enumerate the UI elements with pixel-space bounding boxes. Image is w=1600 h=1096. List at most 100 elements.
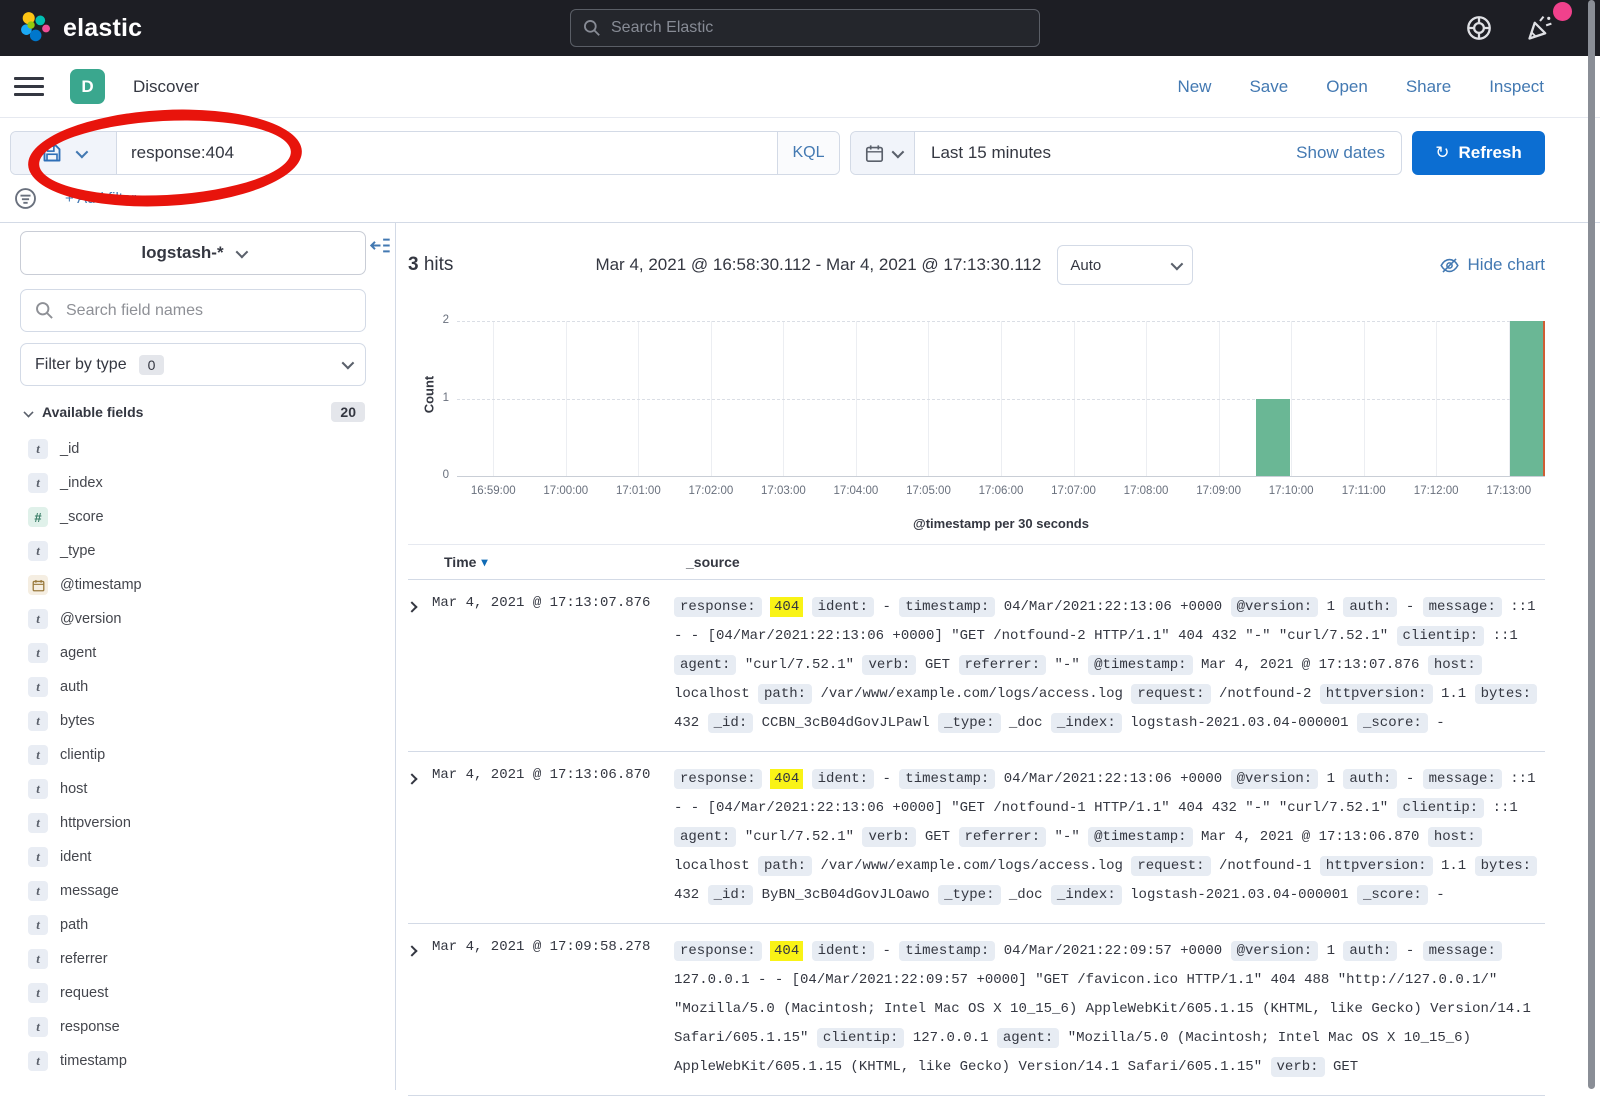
source-value: -	[1406, 599, 1414, 615]
field-item-auth[interactable]: tauth	[0, 670, 395, 704]
field-item-score[interactable]: #_score	[0, 500, 395, 534]
save-button[interactable]: Save	[1249, 77, 1288, 97]
source-field-badge: verb:	[862, 827, 916, 847]
field-item-timestamp[interactable]: @timestamp	[0, 568, 395, 602]
field-name: request	[60, 985, 108, 1001]
source-field-badge: timestamp:	[899, 769, 995, 789]
help-icon[interactable]	[1466, 15, 1492, 41]
highlighted-value: 404	[770, 597, 803, 617]
source-field-badge: auth:	[1343, 597, 1397, 617]
interval-select[interactable]: Auto	[1057, 245, 1193, 285]
source-field-badge: path:	[758, 684, 812, 704]
query-input[interactable]: response:404 KQL	[10, 131, 840, 175]
source-field-badge: request:	[1131, 684, 1210, 704]
field-name: timestamp	[60, 1053, 127, 1069]
field-item-type[interactable]: t_type	[0, 534, 395, 568]
news-party-popper-icon[interactable]	[1526, 14, 1554, 42]
y-tick-label: 2	[427, 314, 449, 326]
field-search-input[interactable]: Search field names	[20, 289, 366, 332]
field-item-referrer[interactable]: treferrer	[0, 942, 395, 976]
inspect-button[interactable]: Inspect	[1489, 77, 1544, 97]
vertical-scrollbar[interactable]	[1588, 0, 1595, 1089]
content-layout: logstash-* Search field names Filter by …	[0, 223, 1600, 1090]
field-item-index[interactable]: t_index	[0, 466, 395, 500]
elastic-home-link[interactable]: elastic	[16, 10, 142, 47]
source-field-badge: verb:	[862, 655, 916, 675]
chart-gridline	[457, 399, 1545, 400]
field-item-id[interactable]: t_id	[0, 432, 395, 466]
field-item-agent[interactable]: tagent	[0, 636, 395, 670]
quick-select-time-button[interactable]	[851, 132, 915, 174]
source-value: 432	[674, 887, 699, 903]
histogram-bar[interactable]	[1256, 399, 1290, 477]
add-filter-button[interactable]: + Add filter	[65, 190, 136, 207]
time-range-display[interactable]: Last 15 minutes	[915, 143, 1280, 163]
field-name: @timestamp	[60, 577, 142, 593]
field-item-timestamp[interactable]: ttimestamp	[0, 1044, 395, 1078]
source-value: 127.0.0.1	[913, 1030, 989, 1046]
time-column-header[interactable]: Time ▾	[444, 554, 686, 570]
query-bar: response:404 KQL Last 15 minutes Show da…	[0, 118, 1600, 185]
filter-menu-icon[interactable]	[14, 187, 37, 210]
hits-count: 3 hits	[408, 254, 453, 276]
filter-by-type-select[interactable]: Filter by type 0	[20, 343, 366, 386]
share-button[interactable]: Share	[1406, 77, 1451, 97]
refresh-button[interactable]: ↻ Refresh	[1412, 131, 1545, 175]
expand-row-icon[interactable]	[408, 765, 432, 910]
source-field-badge: _index:	[1051, 885, 1122, 905]
global-header: elastic Search Elastic	[0, 0, 1600, 56]
histogram-bar[interactable]	[1510, 321, 1544, 476]
query-string-input[interactable]: response:404	[117, 132, 777, 174]
available-fields-header[interactable]: Available fields 20	[24, 402, 365, 422]
source-field-badge: httpversion:	[1320, 684, 1433, 704]
source-field-badge: timestamp:	[899, 597, 995, 617]
source-field-badge: message:	[1423, 941, 1502, 961]
menu-icon[interactable]	[14, 72, 44, 102]
chevron-down-icon	[23, 407, 33, 417]
source-field-badge: message:	[1423, 597, 1502, 617]
field-item-ident[interactable]: tident	[0, 840, 395, 874]
doc-time: Mar 4, 2021 @ 17:09:58.278	[432, 937, 674, 1082]
field-item-bytes[interactable]: tbytes	[0, 704, 395, 738]
field-item-path[interactable]: tpath	[0, 908, 395, 942]
query-language-button[interactable]: KQL	[777, 132, 839, 174]
open-button[interactable]: Open	[1326, 77, 1368, 97]
field-type-icon	[28, 575, 48, 595]
chevron-down-icon	[76, 145, 89, 158]
source-value: -	[882, 599, 890, 615]
source-value: GET	[925, 829, 950, 845]
table-row: Mar 4, 2021 @ 17:09:58.278response: 404 …	[408, 924, 1545, 1096]
expand-row-icon[interactable]	[408, 937, 432, 1082]
x-tick-label: 16:59:00	[471, 485, 516, 497]
field-name: bytes	[60, 713, 95, 729]
field-item-response[interactable]: tresponse	[0, 1010, 395, 1044]
field-name: @version	[60, 611, 121, 627]
expand-row-icon[interactable]	[408, 593, 432, 738]
source-value: logstash-2021.03.04-000001	[1130, 715, 1348, 731]
chart-plot-area[interactable]: 012	[457, 321, 1545, 477]
time-range-picker: Last 15 minutes Show dates	[850, 131, 1402, 175]
current-time-marker	[1543, 321, 1545, 476]
source-field-badge: agent:	[674, 827, 736, 847]
field-item-host[interactable]: thost	[0, 772, 395, 806]
source-value: -	[1436, 887, 1444, 903]
global-search-input[interactable]: Search Elastic	[570, 9, 1040, 47]
index-pattern-selector[interactable]: logstash-*	[20, 231, 366, 275]
source-field-badge: _type:	[938, 713, 1000, 733]
collapse-left-icon	[370, 235, 391, 256]
source-field-badge: @timestamp:	[1088, 655, 1192, 675]
field-item-request[interactable]: trequest	[0, 976, 395, 1010]
saved-query-menu-button[interactable]	[11, 132, 117, 174]
collapse-sidebar-button[interactable]	[370, 235, 391, 259]
field-item-version[interactable]: t@version	[0, 602, 395, 636]
chevron-down-icon	[891, 145, 904, 158]
new-button[interactable]: New	[1177, 77, 1211, 97]
source-value: -	[1406, 771, 1414, 787]
source-field-badge: bytes:	[1475, 856, 1537, 876]
doc-source: response: 404 ident: - timestamp: 04/Mar…	[674, 593, 1545, 738]
field-item-httpversion[interactable]: thttpversion	[0, 806, 395, 840]
show-dates-button[interactable]: Show dates	[1280, 143, 1401, 163]
field-item-clientip[interactable]: tclientip	[0, 738, 395, 772]
hide-chart-button[interactable]: Hide chart	[1440, 255, 1545, 275]
field-item-message[interactable]: tmessage	[0, 874, 395, 908]
